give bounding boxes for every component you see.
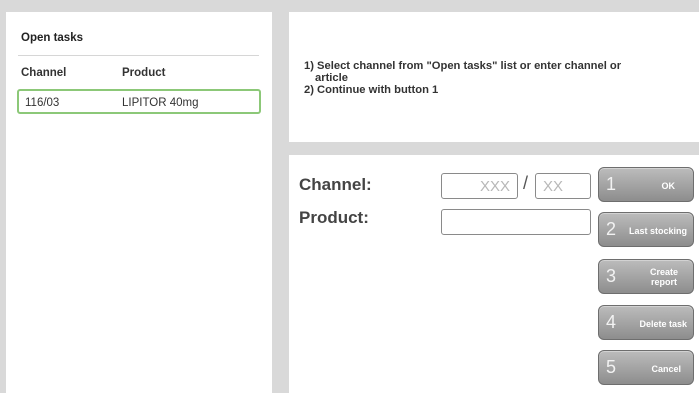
button-number: 4	[606, 312, 617, 332]
channel-number-input[interactable]	[441, 173, 518, 199]
column-header-channel: Channel	[21, 67, 67, 79]
create-report-button[interactable]: 3 Create report	[598, 259, 694, 294]
button-number: 1	[606, 174, 617, 194]
instruction-step-1: 1) Select channel from "Open tasks" list…	[304, 60, 622, 72]
button-label: OK	[661, 181, 676, 191]
open-tasks-title: Open tasks	[21, 32, 83, 44]
button-number: 2	[606, 219, 617, 239]
task-channel: 116/03	[25, 97, 60, 109]
delete-task-button[interactable]: 4 Delete task	[598, 305, 694, 340]
button-label: Delete task	[639, 319, 687, 329]
ok-button[interactable]: 1 OK	[598, 167, 694, 202]
cancel-button[interactable]: 5 Cancel	[598, 350, 694, 385]
channel-sub-input[interactable]	[535, 173, 591, 199]
last-stocking-button[interactable]: 2 Last stocking	[598, 212, 694, 247]
button-label: Last stocking	[628, 226, 687, 236]
task-product: LIPITOR 40mg	[122, 97, 199, 109]
task-row[interactable]: 116/03 LIPITOR 40mg	[17, 89, 261, 114]
button-label: Create report	[649, 267, 678, 287]
product-input[interactable]	[441, 209, 591, 235]
button-label: Cancel	[651, 364, 681, 374]
channel-label: Channel:	[299, 175, 372, 194]
instruction-step-2: 2) Continue with button 1	[304, 84, 439, 96]
channel-separator: /	[523, 173, 529, 193]
instruction-step-1-cont: article	[315, 72, 348, 84]
button-number: 5	[606, 357, 617, 377]
product-label: Product:	[299, 208, 369, 227]
column-header-product: Product	[122, 67, 166, 79]
button-number: 3	[606, 266, 617, 286]
divider	[18, 55, 259, 56]
instructions-text: 1) Select channel from "Open tasks" list…	[304, 60, 684, 96]
